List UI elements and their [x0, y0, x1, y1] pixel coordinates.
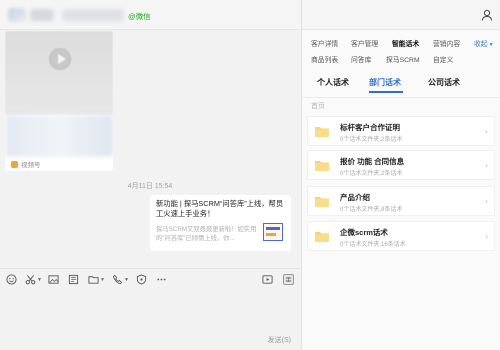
folder-icon: [315, 197, 329, 207]
folder-icon: [315, 232, 329, 242]
script-scope-tabs: 个人话术 部门话术 公司话术: [302, 70, 500, 98]
chevron-right-icon: ›: [485, 160, 488, 170]
file-icon[interactable]: [68, 274, 79, 285]
script-folder-item[interactable]: 报价 功能 合同信息 0个话术文件夹,2条话术 ›: [307, 150, 495, 180]
folder-title: 报价 功能 合同信息: [340, 157, 405, 166]
panel-top-strip: [302, 0, 500, 30]
video-thumbnail: [5, 31, 113, 115]
more-icon[interactable]: [156, 274, 167, 285]
chat-toolbar: ▼ ▼ ▼: [0, 268, 300, 290]
video-caption-redacted: [5, 115, 113, 157]
message-timestamp: 4月11日 15:54: [127, 183, 173, 190]
nav-customer-management[interactable]: 客户管理: [351, 38, 378, 48]
tab-department-scripts[interactable]: 部门话术: [369, 77, 401, 88]
folder-meta: 0个话术文件夹,16条话术: [340, 242, 406, 248]
nav-tanma-scrm[interactable]: 探马SCRM: [386, 54, 420, 64]
breadcrumb[interactable]: 首页: [311, 101, 325, 111]
chevron-right-icon: ›: [485, 231, 488, 241]
nav-marketing-content[interactable]: 营销内容: [433, 38, 460, 48]
message-input-area[interactable]: 发送(S): [0, 291, 300, 350]
video-channel-row: 视频号: [11, 159, 41, 169]
nav-customer-details[interactable]: 客户详情: [311, 38, 338, 48]
script-folder-item[interactable]: 标杆客户合作证明 0个话术文件夹,2条话术 ›: [307, 116, 495, 146]
panel-icon[interactable]: [283, 274, 294, 285]
folder-icon: [315, 161, 329, 171]
folder-title: 产品介绍: [340, 193, 370, 202]
play-icon[interactable]: [49, 48, 71, 70]
video-icon[interactable]: [262, 274, 273, 285]
contact-name-redacted: [30, 9, 54, 21]
contact-nickname-redacted: [62, 9, 124, 21]
nav-smart-scripts[interactable]: 智能话术: [392, 38, 419, 48]
nav-collapse-label: 收起: [474, 41, 488, 48]
nav-qa-library[interactable]: 问答库: [351, 54, 371, 64]
chevron-down-icon[interactable]: ▼: [124, 277, 129, 283]
nav-row-2: 商品列表 问答库 探马SCRM 自定义: [302, 54, 500, 67]
link-thumbnail: [263, 223, 283, 241]
folder-icon[interactable]: [88, 274, 99, 285]
shield-icon[interactable]: [136, 274, 147, 285]
chevron-down-icon[interactable]: ▼: [37, 277, 42, 283]
folder-title: 标杆客户合作证明: [340, 123, 400, 132]
chevron-down-icon[interactable]: ▼: [100, 277, 105, 283]
active-tab-indicator: [369, 91, 403, 93]
chevron-down-icon: ▼: [488, 42, 494, 48]
tab-company-scripts[interactable]: 公司话术: [428, 77, 460, 88]
emoji-icon[interactable]: [6, 274, 17, 285]
nav-row-1: 客户详情 客户管理 智能话术 营销内容 收起▼: [302, 38, 500, 51]
tab-personal-scripts[interactable]: 个人话术: [317, 77, 349, 88]
chevron-right-icon: ›: [485, 126, 488, 136]
script-folder-item[interactable]: 企微scrm话术 0个话术文件夹,16条话术 ›: [307, 221, 495, 251]
folder-meta: 0个话术文件夹,2条话术: [340, 171, 403, 177]
chat-message-area[interactable]: 视频号 4月11日 15:54 新功能 | 探马SCRM“问答库”上线，帮员工火…: [0, 31, 300, 267]
send-button[interactable]: 发送(S): [268, 335, 291, 345]
chat-header: @微信: [0, 0, 300, 30]
nav-collapse[interactable]: 收起▼: [474, 38, 494, 48]
user-icon[interactable]: [481, 8, 493, 21]
link-title: 新功能 | 探马SCRM“问答库”上线，帮员工火速上手业务！: [156, 199, 284, 218]
scrm-side-panel: 客户详情 客户管理 智能话术 营销内容 收起▼ 商品列表 问答库 探马SCRM …: [301, 0, 500, 350]
link-description: 探马SCRM又双叒叕更新啦！如实用的“问答库”已倾情上线，你...: [156, 226, 257, 242]
nav-custom[interactable]: 自定义: [433, 54, 453, 64]
video-message-card[interactable]: 视频号: [5, 31, 113, 171]
chevron-right-icon: ›: [485, 196, 488, 206]
phone-icon[interactable]: [112, 274, 123, 285]
scissors-icon[interactable]: [25, 274, 36, 285]
script-folder-item[interactable]: 产品介绍 0个话术文件夹,8条话术 ›: [307, 186, 495, 216]
image-icon[interactable]: [48, 274, 59, 285]
channels-icon: [11, 160, 18, 168]
folder-meta: 0个话术文件夹,2条话术: [340, 137, 403, 143]
folder-title: 企微scrm话术: [340, 228, 388, 237]
contact-avatar[interactable]: [8, 8, 26, 22]
nav-product-list[interactable]: 商品列表: [311, 54, 338, 64]
folder-meta: 0个话术文件夹,8条话术: [340, 207, 403, 213]
link-message-card[interactable]: 新功能 | 探马SCRM“问答库”上线，帮员工火速上手业务！ 探马SCRM又双叒…: [150, 195, 291, 251]
folder-icon: [315, 127, 329, 137]
video-channel-label: 视频号: [21, 162, 41, 169]
wechat-source-tag: @微信: [128, 12, 151, 21]
